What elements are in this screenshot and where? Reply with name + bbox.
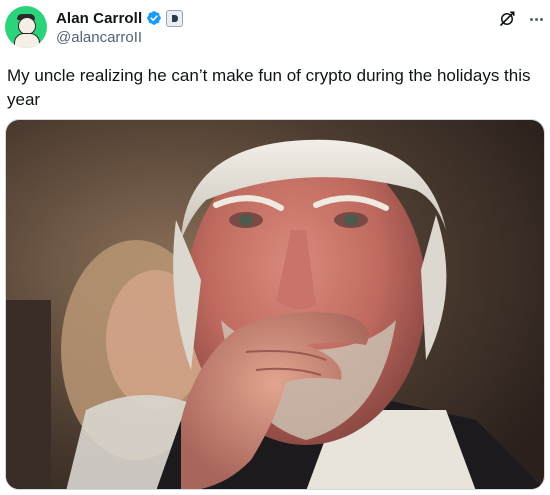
more-options-icon[interactable] (525, 8, 547, 30)
tweet-media-image[interactable] (5, 119, 545, 490)
author-handle[interactable]: @alancarroII (56, 29, 142, 46)
grok-icon[interactable] (496, 8, 518, 30)
author-display-name[interactable]: Alan Carroll (56, 10, 142, 27)
verified-badge-icon[interactable] (146, 10, 162, 26)
author-name-row: Alan Carroll (56, 8, 184, 28)
tweet-card: Alan Carroll @alancarroII My uncle reali… (0, 0, 550, 495)
avatar-body-shape (14, 33, 40, 48)
square-badge-icon[interactable] (166, 9, 184, 27)
tweet-text: My uncle realizing he can’t make fun of … (7, 66, 531, 109)
avatar[interactable] (5, 6, 47, 48)
crying-old-man-photo (6, 120, 544, 489)
